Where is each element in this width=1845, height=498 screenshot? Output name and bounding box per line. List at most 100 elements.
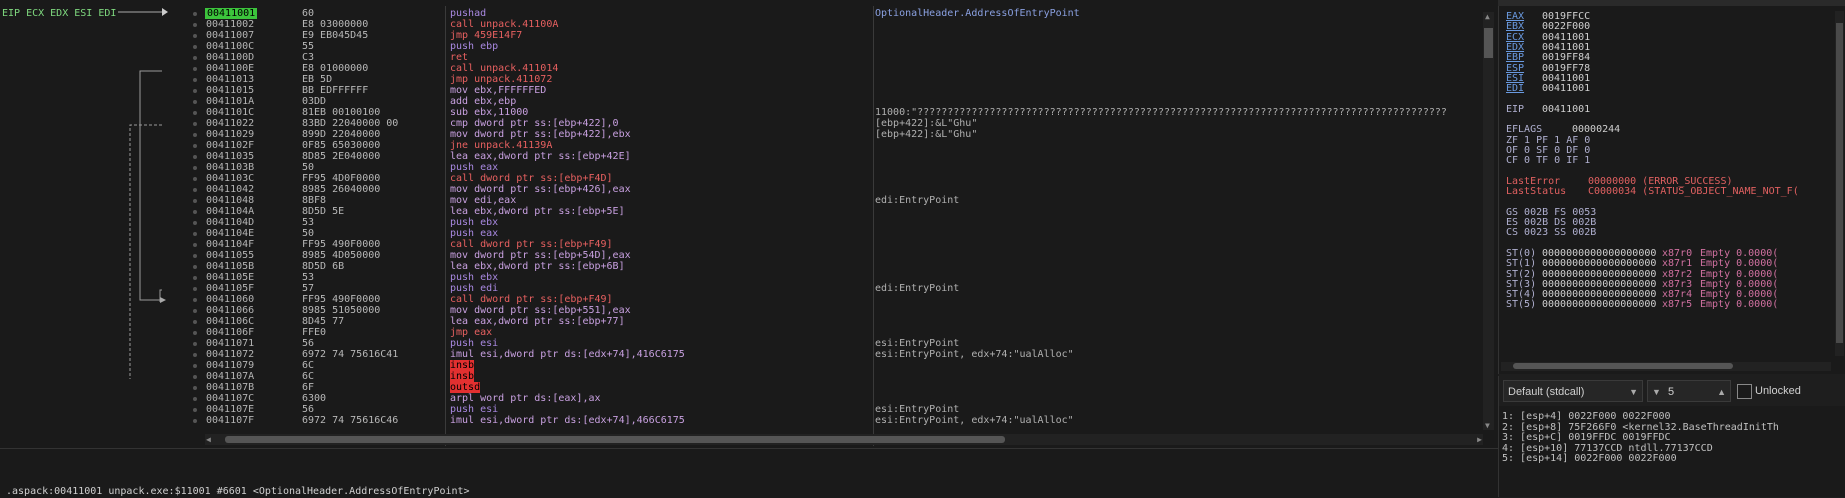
disasm-row[interactable]: 00411071 56 push esi esi:EntryPoint bbox=[205, 338, 1483, 349]
breakpoint-dot-icon[interactable] bbox=[193, 221, 197, 225]
disasm-row[interactable]: 0041105F 57 push edi edi:EntryPoint bbox=[205, 283, 1483, 294]
scroll-up-arrow-icon[interactable]: ▲ bbox=[1485, 12, 1490, 21]
disasm-row[interactable]: 0041101C 81EB 00100100 sub ebx,11000 11000:… bbox=[205, 107, 1483, 118]
registers-panel[interactable]: EAX 0019FFCC EBX 0022F000 ECX 00411001 EDX 0041… bbox=[1498, 6, 1845, 374]
breakpoint-dot-icon[interactable] bbox=[193, 34, 197, 38]
spin-up-icon[interactable]: ▲ bbox=[1717, 381, 1726, 403]
disasm-row[interactable]: 0041102F 0F85 65030000 jne unpack.41139A bbox=[205, 140, 1483, 151]
disasm-row[interactable]: 00411079 6C insb bbox=[205, 360, 1483, 371]
scroll-thumb[interactable] bbox=[1484, 28, 1493, 58]
stack-arg-row[interactable]: 4: [esp+10] 77137CCD ntdll.77137CCD bbox=[1502, 443, 1713, 454]
disasm-row[interactable]: 0041107E 56 push esi esi:EntryPoint bbox=[205, 404, 1483, 415]
stack-arg-row[interactable]: 2: [esp+8] 75F266F0 <kernel32.BaseThread… bbox=[1502, 422, 1779, 433]
disasm-row[interactable]: 0041107F 6972 74 75616C46 imul esi,dword p… bbox=[205, 415, 1483, 426]
disasm-row[interactable]: 00411042 8985 26040000 mov dword ptr ss:[e… bbox=[205, 184, 1483, 195]
register-value[interactable]: 00411001 bbox=[1542, 104, 1590, 116]
disasm-row[interactable]: 0041106F FFE0 jmp eax bbox=[205, 327, 1483, 338]
breakpoint-dot-icon[interactable] bbox=[193, 155, 197, 159]
breakpoint-dot-icon[interactable] bbox=[193, 188, 197, 192]
breakpoint-dot-icon[interactable] bbox=[193, 232, 197, 236]
breakpoint-dot-icon[interactable] bbox=[193, 276, 197, 280]
breakpoint-dot-icon[interactable] bbox=[193, 199, 197, 203]
breakpoint-dot-icon[interactable] bbox=[193, 320, 197, 324]
breakpoint-dot-icon[interactable] bbox=[193, 298, 197, 302]
disasm-row[interactable]: 00411048 8BF8 mov edi,eax edi:EntryPoint bbox=[205, 195, 1483, 206]
breakpoint-dot-icon[interactable] bbox=[193, 89, 197, 93]
breakpoint-dot-icon[interactable] bbox=[193, 56, 197, 60]
disasm-row[interactable]: 0041103C FF95 4D0F0000 call dword ptr ss:[… bbox=[205, 173, 1483, 184]
breakpoint-dot-icon[interactable] bbox=[193, 111, 197, 115]
disasm-row[interactable]: 00411022 83BD 22040000 00 cmp dword ptr ss… bbox=[205, 118, 1483, 129]
breakpoint-dot-icon[interactable] bbox=[193, 408, 197, 412]
disasm-row[interactable]: 0041103B 50 push eax bbox=[205, 162, 1483, 173]
stack-arg-row[interactable]: 3: [esp+C] 0019FFDC 0019FFDC bbox=[1502, 432, 1671, 443]
disasm-row[interactable]: 00411035 8D85 2E040000 lea eax,dword ptr s… bbox=[205, 151, 1483, 162]
breakpoint-dot-icon[interactable] bbox=[193, 144, 197, 148]
disasm-row[interactable]: 0041100D C3 ret bbox=[205, 52, 1483, 63]
breakpoint-dot-icon[interactable] bbox=[193, 287, 197, 291]
breakpoint-dot-icon[interactable] bbox=[193, 364, 197, 368]
disasm-row[interactable]: 0041104D 53 push ebx bbox=[205, 217, 1483, 228]
breakpoint-dot-icon[interactable] bbox=[193, 133, 197, 137]
disasm-row[interactable]: 00411002 E8 03000000 call unpack.41100A bbox=[205, 19, 1483, 30]
registers-vertical-scrollbar[interactable] bbox=[1835, 11, 1844, 356]
disasm-row[interactable]: 0041106C 8D45 77 lea eax,dword ptr ss:[ebp… bbox=[205, 316, 1483, 327]
disasm-row[interactable]: 0041101A 03DD add ebx,ebp bbox=[205, 96, 1483, 107]
segment-row[interactable]: CS 0023 SS 002B bbox=[1506, 227, 1596, 239]
eip-row[interactable]: EIP 00411001 bbox=[1506, 104, 1590, 116]
last-status-row[interactable]: LastStatus C0000034 (STATUS_OBJECT_NAME_N… bbox=[1506, 186, 1799, 198]
breakpoint-dot-icon[interactable] bbox=[193, 177, 197, 181]
disasm-row[interactable]: 0041104E 50 push eax bbox=[205, 228, 1483, 239]
disasm-row[interactable]: 00411072 6972 74 75616C41 imul esi,dword p… bbox=[205, 349, 1483, 360]
registers-horizontal-scrollbar[interactable] bbox=[1501, 362, 1831, 371]
fpu-value[interactable]: 0000000000000000000 bbox=[1542, 299, 1656, 311]
breakpoint-dot-icon[interactable] bbox=[193, 122, 197, 126]
disasm-row[interactable]: 00411060 FF95 490F0000 call dword ptr ss:[… bbox=[205, 294, 1483, 305]
stack-arg-row[interactable]: 1: [esp+4] 0022F000 0022F000 bbox=[1502, 411, 1671, 422]
flags-row[interactable]: CF 0 TF 0 IF 1 bbox=[1506, 155, 1590, 167]
breakpoint-dot-icon[interactable] bbox=[193, 243, 197, 247]
breakpoint-dot-icon[interactable] bbox=[193, 419, 197, 423]
disasm-row[interactable]: 00411055 8985 4D050000 mov dword ptr ss:[e… bbox=[205, 250, 1483, 261]
calling-convention-select[interactable]: Default (stdcall) ▼ bbox=[1503, 380, 1643, 402]
disasm-row[interactable]: 0041105B 8D5D 6B lea ebx,dword ptr ss:[ebp… bbox=[205, 261, 1483, 272]
register-row[interactable]: EDI 00411001 bbox=[1506, 83, 1590, 95]
disasm-row[interactable]: 0041100E E8 01000000 call unpack.411014 bbox=[205, 63, 1483, 74]
disasm-row[interactable]: 00411029 899D 22040000 mov dword ptr ss:[e… bbox=[205, 129, 1483, 140]
disasm-row[interactable]: 0041100C 55 push ebp bbox=[205, 41, 1483, 52]
disasm-row[interactable]: 00411013 EB 5D jmp unpack.411072 bbox=[205, 74, 1483, 85]
disassembly-view[interactable]: EIP ECX EDX ESI EDI 00411001 60 pushad Opti… bbox=[0, 0, 1498, 448]
stack-arg-row[interactable]: 5: [esp+14] 0022F000 0022F000 bbox=[1502, 453, 1677, 464]
scroll-right-arrow-icon[interactable]: ▶ bbox=[1477, 435, 1482, 444]
disasm-row[interactable]: 0041104F FF95 490F0000 call dword ptr ss:[… bbox=[205, 239, 1483, 250]
scroll-thumb[interactable] bbox=[1513, 363, 1733, 369]
breakpoint-dot-icon[interactable] bbox=[193, 100, 197, 104]
breakpoint-dot-icon[interactable] bbox=[193, 353, 197, 357]
breakpoint-dot-icon[interactable] bbox=[193, 78, 197, 82]
disasm-row[interactable]: 0041107C 6300 arpl word ptr ds:[eax],ax bbox=[205, 393, 1483, 404]
breakpoint-dot-icon[interactable] bbox=[193, 210, 197, 214]
breakpoint-dot-icon[interactable] bbox=[193, 23, 197, 27]
scroll-thumb[interactable] bbox=[225, 436, 1005, 443]
disasm-row[interactable]: 00411015 BB EDFFFFFF mov ebx,FFFFFFED bbox=[205, 85, 1483, 96]
breakpoint-dot-icon[interactable] bbox=[193, 254, 197, 258]
scroll-left-arrow-icon[interactable]: ◀ bbox=[206, 435, 211, 444]
disasm-row[interactable]: 0041107B 6F outsd bbox=[205, 382, 1483, 393]
disasm-row[interactable]: 00411007 E9 EB045D45 jmp 459E14F7 bbox=[205, 30, 1483, 41]
register-value[interactable]: 00411001 bbox=[1542, 83, 1590, 95]
spin-down-icon[interactable]: ▼ bbox=[1652, 381, 1661, 403]
stack-arguments-panel[interactable]: 1: [esp+4] 0022F000 0022F000 2: [esp+8] 7… bbox=[1498, 406, 1845, 497]
breakpoint-dot-icon[interactable] bbox=[193, 375, 197, 379]
breakpoint-dot-icon[interactable] bbox=[193, 265, 197, 269]
breakpoint-dot-icon[interactable] bbox=[193, 342, 197, 346]
breakpoint-dot-icon[interactable] bbox=[193, 331, 197, 335]
scroll-down-arrow-icon[interactable]: ▼ bbox=[1485, 421, 1490, 430]
breakpoint-dot-icon[interactable] bbox=[193, 386, 197, 390]
disasm-row[interactable]: 00411001 60 pushad OptionalHeader.AddressOf… bbox=[205, 8, 1483, 19]
fpu-row[interactable]: ST(5) 0000000000000000000 x87r5 Empty 0.000… bbox=[1506, 299, 1778, 311]
breakpoint-dot-icon[interactable] bbox=[193, 45, 197, 49]
disasm-row[interactable]: 0041104A 8D5D 5E lea ebx,dword ptr ss:[ebp… bbox=[205, 206, 1483, 217]
unlocked-checkbox[interactable] bbox=[1737, 384, 1752, 399]
disasm-vertical-scrollbar[interactable]: ▲ ▼ bbox=[1483, 12, 1494, 430]
breakpoint-dot-icon[interactable] bbox=[193, 397, 197, 401]
